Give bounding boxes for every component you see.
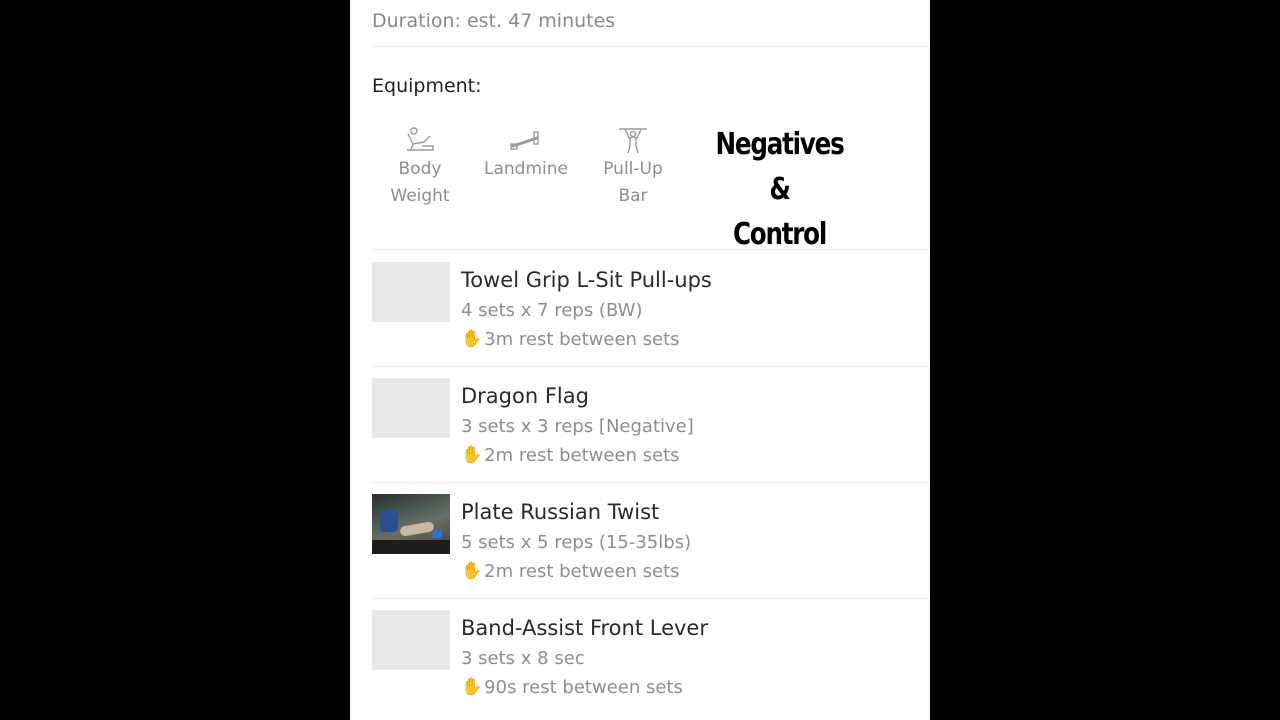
- exercise-name: Towel Grip L-Sit Pull-ups: [461, 268, 712, 292]
- exercise-sets: 3 sets x 3 reps [Negative]: [461, 416, 694, 437]
- equipment-label: Body Weight: [390, 159, 450, 206]
- rest-text: 2m rest between sets: [484, 445, 680, 466]
- landmine-icon: [510, 131, 539, 150]
- exercise-sets: 3 sets x 8 sec: [461, 648, 585, 669]
- pull-up-bar-icon: [619, 128, 647, 154]
- waving-hand-icon: ✋: [461, 445, 483, 465]
- exercise-name: Plate Russian Twist: [461, 500, 660, 524]
- exercise-row[interactable]: Towel Grip L-Sit Pull-ups 4 sets x 7 rep…: [372, 250, 930, 366]
- equipment-label: Pull-Up Bar: [603, 159, 663, 206]
- exercise-row[interactable]: Band-Assist Front Lever 3 sets x 8 sec ✋…: [372, 598, 930, 714]
- exercise-sets: 5 sets x 5 reps (15-35lbs): [461, 532, 692, 553]
- rest-text: 3m rest between sets: [484, 329, 680, 350]
- exercise-sets: 4 sets x 7 reps (BW): [461, 300, 643, 321]
- equipment-label: Landmine: [484, 159, 568, 179]
- rest-text: 90s rest between sets: [484, 677, 683, 698]
- waving-hand-icon: ✋: [461, 677, 483, 697]
- video-caption-overlay: Negatives & Control: [715, 127, 845, 252]
- rest-text: 2m rest between sets: [484, 561, 680, 582]
- exercise-name: Dragon Flag: [461, 384, 589, 408]
- exercise-name: Band-Assist Front Lever: [461, 616, 708, 640]
- waving-hand-icon: ✋: [461, 561, 483, 581]
- equipment-body-weight[interactable]: Body Weight: [390, 126, 450, 210]
- exercise-rest: ✋ 2m rest between sets: [461, 445, 680, 466]
- duration-text: Duration: est. 47 minutes: [372, 10, 616, 32]
- waving-hand-icon: ✋: [461, 329, 483, 349]
- exercise-rest: ✋ 90s rest between sets: [461, 677, 683, 698]
- exercise-thumbnail-photo: [372, 494, 450, 554]
- exercise-row[interactable]: Dragon Flag 3 sets x 3 reps [Negative] ✋…: [372, 366, 930, 482]
- equipment-pull-up-bar[interactable]: Pull-Up Bar: [601, 126, 665, 210]
- exercise-rest: ✋ 2m rest between sets: [461, 561, 680, 582]
- exercise-row[interactable]: Plate Russian Twist 5 sets x 5 reps (15-…: [372, 482, 930, 598]
- exercise-thumbnail: [372, 610, 450, 670]
- workout-detail-panel: Duration: est. 47 minutes Equipment: Bod…: [350, 0, 930, 720]
- divider: [372, 46, 930, 47]
- equipment-heading: Equipment:: [372, 75, 482, 97]
- exercise-thumbnail: [372, 262, 450, 322]
- equipment-landmine[interactable]: Landmine: [484, 126, 568, 183]
- exercise-rest: ✋ 3m rest between sets: [461, 329, 680, 350]
- exercise-thumbnail: [372, 378, 450, 438]
- body-weight-icon: [407, 127, 434, 151]
